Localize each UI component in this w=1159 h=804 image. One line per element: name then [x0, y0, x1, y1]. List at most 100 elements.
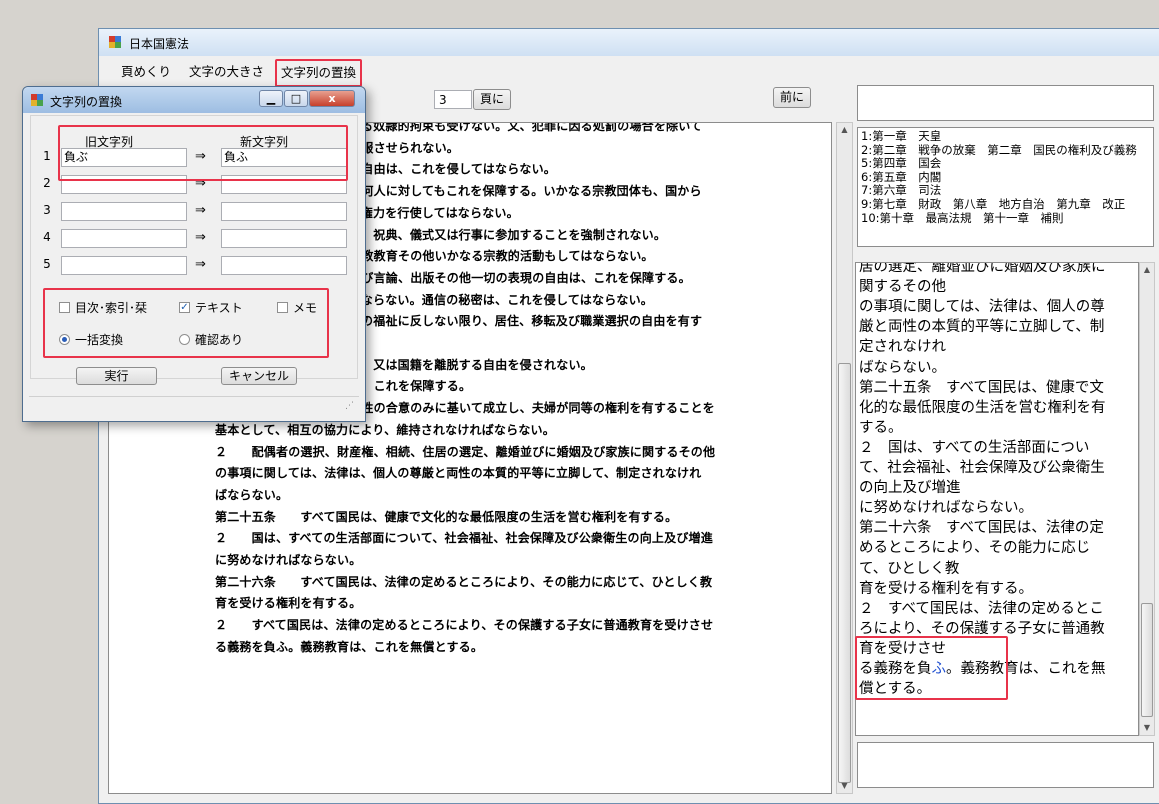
text-preview[interactable]: 居の選定、離婚並びに婚姻及び家族に 関するその他 の事項に関しては、法律は、個人の尊…: [855, 262, 1139, 736]
preview-line: の向上及び増進: [859, 480, 961, 497]
document-line: る義務を負ふ。義務教育は、これを無償とする。: [215, 639, 484, 654]
check-text-label: テキスト: [195, 301, 243, 315]
preview-line: ろにより、その保護する子女に普通教: [859, 620, 1105, 637]
preview-line: 育を受けさせ: [859, 640, 946, 657]
menu-page-turn[interactable]: 頁めくり: [117, 62, 175, 82]
preview-scroll-down-arrow[interactable]: ▼: [1140, 721, 1154, 735]
preview-line: 育を受ける権利を有する。: [859, 580, 1033, 597]
page-number-input[interactable]: 3: [434, 90, 472, 109]
row-number: 3: [43, 203, 51, 217]
preview-line: る義務を負ふ。義務教育は、これを無: [859, 659, 1106, 679]
preview-line: する。: [859, 419, 903, 436]
preview-scroll-up-arrow[interactable]: ▲: [1140, 263, 1154, 277]
dialog-titlebar: 文字列の置換 ▁ □ x: [23, 87, 365, 113]
scroll-up-arrow[interactable]: ▲: [837, 123, 852, 137]
document-scrollbar[interactable]: ▲ ▼: [836, 122, 853, 794]
go-to-page-button[interactable]: 頁に: [473, 89, 511, 110]
preview-line: 第二十五条 すべて国民は、健康で文: [859, 379, 1104, 396]
document-line: の事項に関しては、法律は、個人の尊厳と両性の本質的平等に立脚して、制定されなけれ: [215, 466, 702, 481]
new-string-input[interactable]: [221, 229, 347, 248]
app-icon: [109, 36, 122, 49]
new-string-input[interactable]: 負ふ: [221, 148, 347, 167]
preview-line: ２ すべて国民は、法律の定めるとこ: [859, 600, 1104, 617]
memo-bottom-box[interactable]: [857, 742, 1154, 788]
old-string-input[interactable]: [61, 229, 187, 248]
preview-line: の事項に関しては、法律は、個人の尊: [859, 299, 1105, 316]
new-string-input[interactable]: [221, 202, 347, 221]
menu-font-size[interactable]: 文字の大きさ: [185, 62, 268, 82]
row-number: 2: [43, 176, 51, 190]
arrow-icon: ⇒: [195, 149, 206, 164]
scroll-down-arrow[interactable]: ▼: [837, 779, 852, 793]
old-string-input[interactable]: [61, 175, 187, 194]
old-string-input[interactable]: [61, 202, 187, 221]
preview-scrollbar[interactable]: ▲ ▼: [1139, 262, 1155, 736]
maximize-button[interactable]: □: [284, 90, 308, 107]
resize-grip-icon[interactable]: ⋰: [345, 401, 354, 411]
arrow-icon: ⇒: [195, 176, 206, 191]
document-line: 第二十五条 すべて国民は、健康で文化的な最低限度の生活を営む権利を有する。: [215, 509, 678, 524]
toc-item[interactable]: 5:第四章 国会: [861, 157, 941, 170]
document-line: 第二十六条 すべて国民は、法律の定めるところにより、その能力に応じて、ひとしく教: [215, 574, 713, 589]
toc-item[interactable]: 10:第十章 最高法規 第十一章 補則: [861, 211, 1064, 225]
arrow-icon: ⇒: [195, 203, 206, 218]
document-line: ２ すべて国民は、法律の定めるところにより、その保護する子女に普通教育を受けさせ: [215, 618, 714, 633]
preview-scroll-thumb[interactable]: [1141, 603, 1153, 717]
old-string-input[interactable]: [61, 256, 187, 275]
preview-line: て、ひとしく教: [859, 560, 960, 577]
menu-string-replace[interactable]: 文字列の置換: [275, 59, 363, 87]
document-line: ２ 国は、すべての生活部面について、社会福祉、社会保障及び公衆衛生の向上及び増進: [215, 531, 713, 546]
row-number: 4: [43, 230, 51, 244]
radio-bulk-label: 一括変換: [75, 333, 124, 347]
preview-line: 償とする。: [859, 681, 932, 698]
preview-line: 厳と両性の本質的平等に立脚して、制: [859, 319, 1105, 336]
row-number: 1: [43, 149, 51, 163]
memo-top-box[interactable]: [857, 85, 1154, 121]
check-text-checkbox[interactable]: ✓: [179, 302, 190, 313]
preview-line: 第二十六条 すべて国民は、法律の定: [859, 520, 1104, 537]
old-string-input[interactable]: 負ぶ: [61, 148, 187, 167]
main-titlebar: 日本国憲法: [99, 29, 1159, 56]
minimize-icon: ▁: [266, 92, 276, 105]
dialog-app-icon: [31, 94, 44, 107]
execute-button[interactable]: 実行: [76, 367, 157, 385]
preview-line: めるところにより、その能力に応じ: [859, 540, 1091, 557]
row-number: 5: [43, 257, 51, 271]
toc-list[interactable]: 1:第一章 天皇 2:第二章 戦争の放棄 第二章 国民の権利及び義務 5:第四章 国…: [857, 127, 1154, 247]
minimize-button[interactable]: ▁: [259, 90, 283, 107]
document-line: 基本として、相互の協力により、維持されなければならない。: [215, 422, 555, 437]
radio-bulk[interactable]: [59, 334, 70, 345]
dialog-status-bar: [29, 396, 359, 417]
cancel-button[interactable]: キャンセル: [221, 367, 297, 385]
preview-line: 化的な最低限度の生活を営む権利を有: [859, 399, 1106, 416]
dialog-title: 文字列の置換: [50, 95, 123, 109]
check-memo-label: メモ: [293, 301, 318, 315]
check-toc-checkbox[interactable]: [59, 302, 70, 313]
window-title: 日本国憲法: [129, 37, 190, 51]
preview-line: 居の選定、離婚並びに婚姻及び家族に: [859, 262, 1106, 275]
scroll-thumb[interactable]: [838, 363, 851, 783]
check-memo-checkbox[interactable]: [277, 302, 288, 313]
replace-dialog: 文字列の置換 ▁ □ x 旧文字列 新文字列 1 負ぶ ⇒ 負ふ 2 ⇒ 3 ⇒ 4 ⇒ 5 ⇒ 目次…: [22, 86, 366, 422]
toc-item[interactable]: 7:第六章 司法: [861, 184, 941, 197]
preview-line: ばならない。: [859, 359, 946, 376]
radio-confirm[interactable]: [179, 334, 190, 345]
document-line: ２ 配偶者の選択、財産権、相続、住居の選定、離婚並びに婚姻及び家族に関するその他: [215, 444, 716, 459]
document-line: ばならない。: [215, 487, 289, 502]
preview-line: 定されなけれ: [859, 339, 946, 356]
new-string-input[interactable]: [221, 175, 347, 194]
toc-item[interactable]: 6:第五章 内閣: [861, 170, 941, 184]
toc-item[interactable]: 9:第七章 財政 第八章 地方自治 第九章 改正: [861, 198, 1125, 211]
document-line: に努めなければならない。: [215, 553, 362, 567]
toc-item[interactable]: 2:第二章 戦争の放棄 第二章 国民の権利及び義務: [861, 143, 1137, 157]
radio-confirm-label: 確認あり: [195, 333, 244, 347]
toc-item[interactable]: 1:第一章 天皇: [861, 130, 941, 143]
new-string-input[interactable]: [221, 256, 347, 275]
arrow-icon: ⇒: [195, 230, 206, 245]
close-button[interactable]: x: [309, 90, 355, 107]
prev-page-button[interactable]: 前に: [773, 87, 811, 108]
maximize-icon: □: [290, 92, 302, 105]
preview-line: ２ 国は、すべての生活部面につい: [859, 439, 1090, 456]
arrow-icon: ⇒: [195, 257, 206, 272]
close-icon: x: [328, 92, 336, 105]
